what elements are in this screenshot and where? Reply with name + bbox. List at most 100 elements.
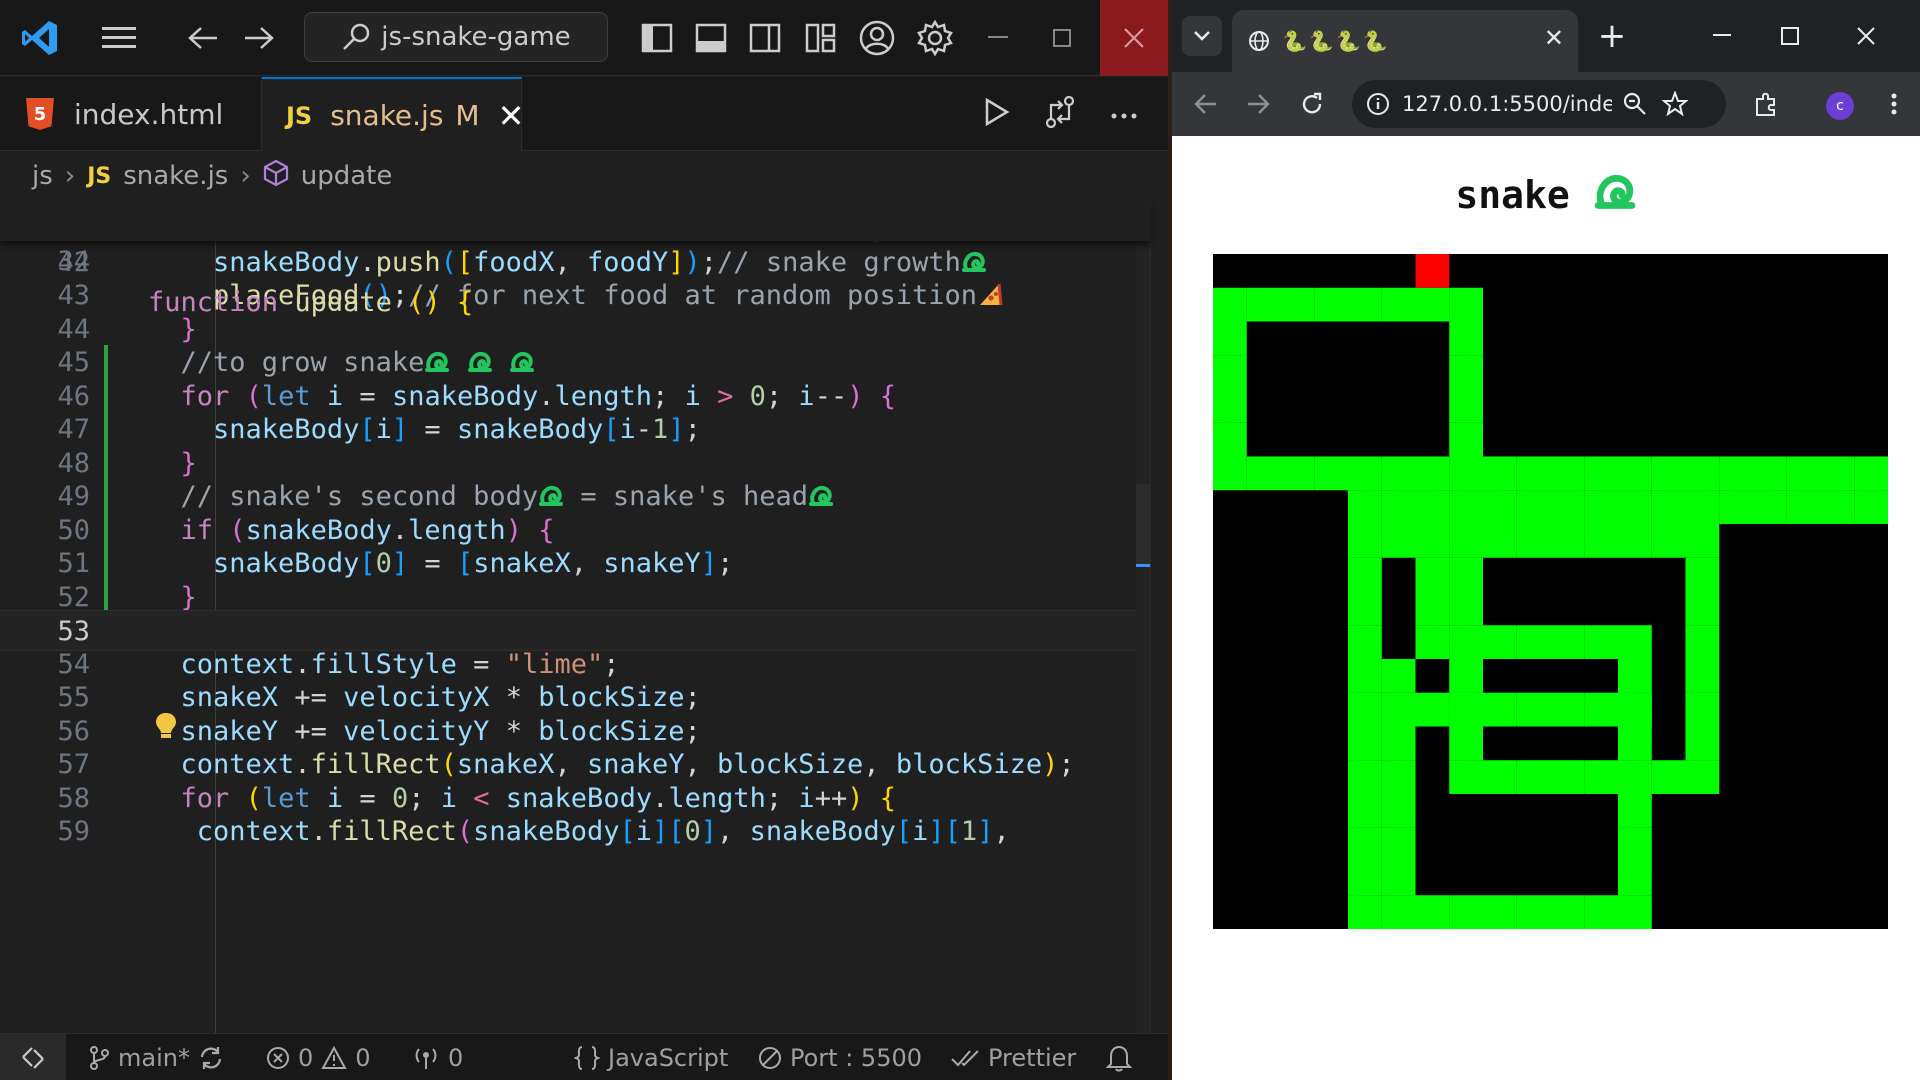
branch-name: main* [118, 1043, 190, 1072]
forward-arrow-icon[interactable] [236, 0, 282, 76]
snake-block [1719, 490, 1753, 524]
snake-block [1348, 861, 1382, 896]
snake-block [1685, 625, 1720, 659]
bookmark-star-icon[interactable] [1662, 91, 1688, 117]
prettier-status[interactable]: Prettier [950, 1034, 1076, 1080]
editor-scrollbar[interactable] [1136, 200, 1150, 1033]
snake-block [1516, 625, 1551, 659]
snake-emoji-icon [961, 251, 986, 272]
game-board[interactable] [1213, 254, 1888, 929]
snake-block [1449, 321, 1483, 356]
snake-block [1786, 490, 1821, 524]
browser-forward-icon[interactable] [1238, 84, 1278, 124]
maximize-window-icon[interactable] [1040, 0, 1084, 76]
browser-back-icon[interactable] [1186, 84, 1226, 124]
minimize-window-icon[interactable] [976, 0, 1020, 76]
snake-block [1854, 456, 1888, 491]
snake-block [1685, 760, 1720, 794]
branch-indicator[interactable]: main* [88, 1034, 224, 1080]
new-tab-button[interactable]: + [1592, 16, 1632, 56]
lightbulb-quick-fix-icon[interactable] [155, 712, 177, 740]
snake-block [1280, 287, 1315, 322]
compare-changes-icon[interactable] [1044, 95, 1076, 133]
snake-block [1516, 760, 1551, 794]
snake-block [1213, 287, 1247, 322]
breadcrumb-file[interactable]: snake.js [123, 161, 228, 191]
browser-close-icon[interactable] [1832, 0, 1900, 72]
profile-avatar[interactable]: c [1826, 92, 1854, 120]
chevron-down-icon [1194, 31, 1210, 41]
toggle-primary-sidebar-icon[interactable] [634, 0, 680, 76]
zoom-icon[interactable] [1622, 91, 1648, 117]
snake-block [1381, 456, 1416, 491]
js-file-icon: JS [87, 163, 112, 189]
snake-block [1449, 659, 1483, 693]
language-mode[interactable]: JavaScript [574, 1034, 728, 1080]
snake-block [1719, 456, 1753, 491]
snake-block [1685, 591, 1720, 626]
browser-maximize-icon[interactable] [1756, 0, 1824, 72]
snake-block [1516, 895, 1551, 929]
snake-block [1314, 456, 1348, 491]
live-server-port[interactable]: Port : 5500 [758, 1034, 922, 1080]
close-window-button[interactable] [1100, 0, 1168, 76]
snake-block [1415, 895, 1450, 929]
snake-block [1786, 456, 1821, 491]
snake-block [1449, 760, 1483, 794]
notifications-bell-icon[interactable] [1106, 1034, 1132, 1080]
globe-icon [1249, 31, 1269, 51]
ports-indicator[interactable]: 0 [412, 1034, 463, 1080]
browser-tab[interactable]: 🐍🐍🐍🐍 ✕ [1232, 10, 1578, 72]
more-actions-icon[interactable] [1110, 105, 1138, 124]
extensions-icon[interactable] [1746, 84, 1786, 124]
breadcrumb-symbol[interactable]: update [301, 161, 393, 191]
snake-block [1550, 456, 1585, 491]
menu-icon[interactable] [94, 0, 144, 76]
snake-block [1348, 895, 1382, 929]
remote-indicator[interactable] [0, 1034, 66, 1080]
snake-block [1449, 557, 1483, 592]
customize-layout-icon[interactable] [798, 0, 844, 76]
snake-block [1753, 456, 1787, 491]
snake-block [1381, 524, 1416, 558]
sticky-scroll-header[interactable]: 34 function update () { [0, 200, 1150, 318]
address-bar[interactable]: 127.0.0.1:5500/index... [1352, 80, 1726, 128]
accounts-icon[interactable] [852, 0, 902, 76]
sync-icon [200, 1046, 222, 1069]
snake-block [1280, 456, 1315, 491]
back-arrow-icon[interactable] [180, 0, 226, 76]
command-center-search[interactable]: js-snake-game [304, 12, 608, 62]
toggle-secondary-sidebar-icon[interactable] [742, 0, 788, 76]
tab-index-html[interactable]: 5 index.html [0, 77, 262, 151]
snake-block [1685, 456, 1720, 491]
snake-block [1348, 524, 1382, 558]
snake-block [1348, 726, 1382, 761]
browser-menu-icon[interactable] [1874, 84, 1914, 124]
snake-block [1348, 794, 1382, 828]
run-icon[interactable] [984, 97, 1010, 131]
toggle-panel-icon[interactable] [688, 0, 734, 76]
snake-block [1584, 490, 1618, 524]
problems-indicator[interactable]: 0 0 [266, 1034, 371, 1080]
snake-block [1483, 760, 1517, 794]
snake-block [1246, 287, 1281, 322]
reload-icon[interactable] [1292, 84, 1332, 124]
snake-block [1415, 557, 1450, 592]
snake-block [1618, 490, 1652, 524]
browser-minimize-icon[interactable] [1688, 0, 1756, 72]
tab-snake-js[interactable]: JS snake.js M ✕ [262, 77, 525, 152]
vscode-window: js-snake-game 5 index.html JS snake.js M… [0, 0, 1168, 1080]
snake-block [1381, 490, 1416, 524]
search-icon [343, 23, 370, 50]
site-info-icon[interactable] [1366, 92, 1390, 116]
browser-tab-close-icon[interactable]: ✕ [1544, 24, 1564, 52]
git-branch-icon [90, 1045, 109, 1070]
page-title: snake [1172, 170, 1920, 217]
snake-block [1685, 557, 1720, 592]
tab-close-icon[interactable]: ✕ [498, 97, 525, 135]
breadcrumb-folder[interactable]: js [32, 161, 53, 191]
settings-gear-icon[interactable] [910, 0, 960, 76]
tab-search-button[interactable] [1182, 16, 1222, 56]
code-editor[interactable]: 34 function update () { 41 //to draw sna… [0, 200, 1168, 1033]
snake-block [1449, 287, 1483, 322]
